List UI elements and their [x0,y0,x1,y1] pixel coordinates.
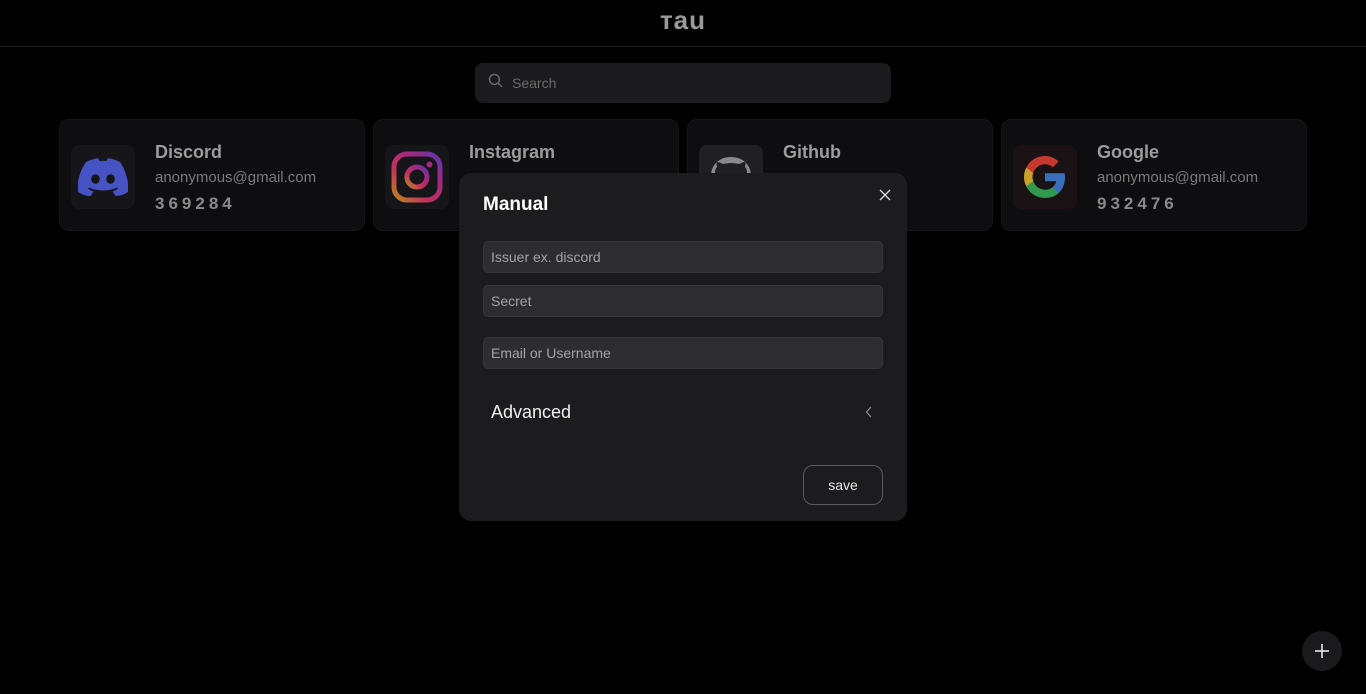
account-email: anonymous@gmail.com [155,169,317,186]
account-card-google[interactable]: Google anonymous@gmail.com 932476 [1001,119,1307,231]
secret-input[interactable] [483,285,883,317]
dialog-title: Manual [483,194,549,215]
search-icon [487,72,504,94]
google-icon [1013,145,1077,209]
issuer-input[interactable] [483,241,883,273]
add-account-button[interactable] [1302,631,1342,671]
account-card-discord[interactable]: Discord anonymous@gmail.com 369284 [59,119,365,231]
manual-dialog: Manual Advanced save [459,173,907,521]
plus-icon [1315,644,1329,658]
account-name: Instagram [469,142,556,162]
username-input[interactable] [483,337,883,369]
search-input[interactable] [512,75,872,91]
account-name: Github [783,142,841,162]
account-name: Google [1097,142,1159,162]
account-email: anonymous@gmail.com [1097,169,1259,186]
save-button[interactable]: save [803,465,883,505]
app-title: тau [659,4,707,35]
otp-code[interactable]: 932476 [1097,194,1178,214]
otp-code[interactable]: 369284 [155,194,236,214]
instagram-icon [385,145,449,209]
close-icon [879,189,891,201]
chevron-left-icon [865,406,872,418]
search-bar[interactable] [475,63,891,103]
discord-icon [71,145,135,209]
close-button[interactable] [875,185,895,205]
advanced-toggle[interactable]: Advanced [483,395,883,429]
advanced-label: Advanced [491,401,572,422]
top-bar: тau [0,0,1366,47]
account-name: Discord [155,142,223,162]
